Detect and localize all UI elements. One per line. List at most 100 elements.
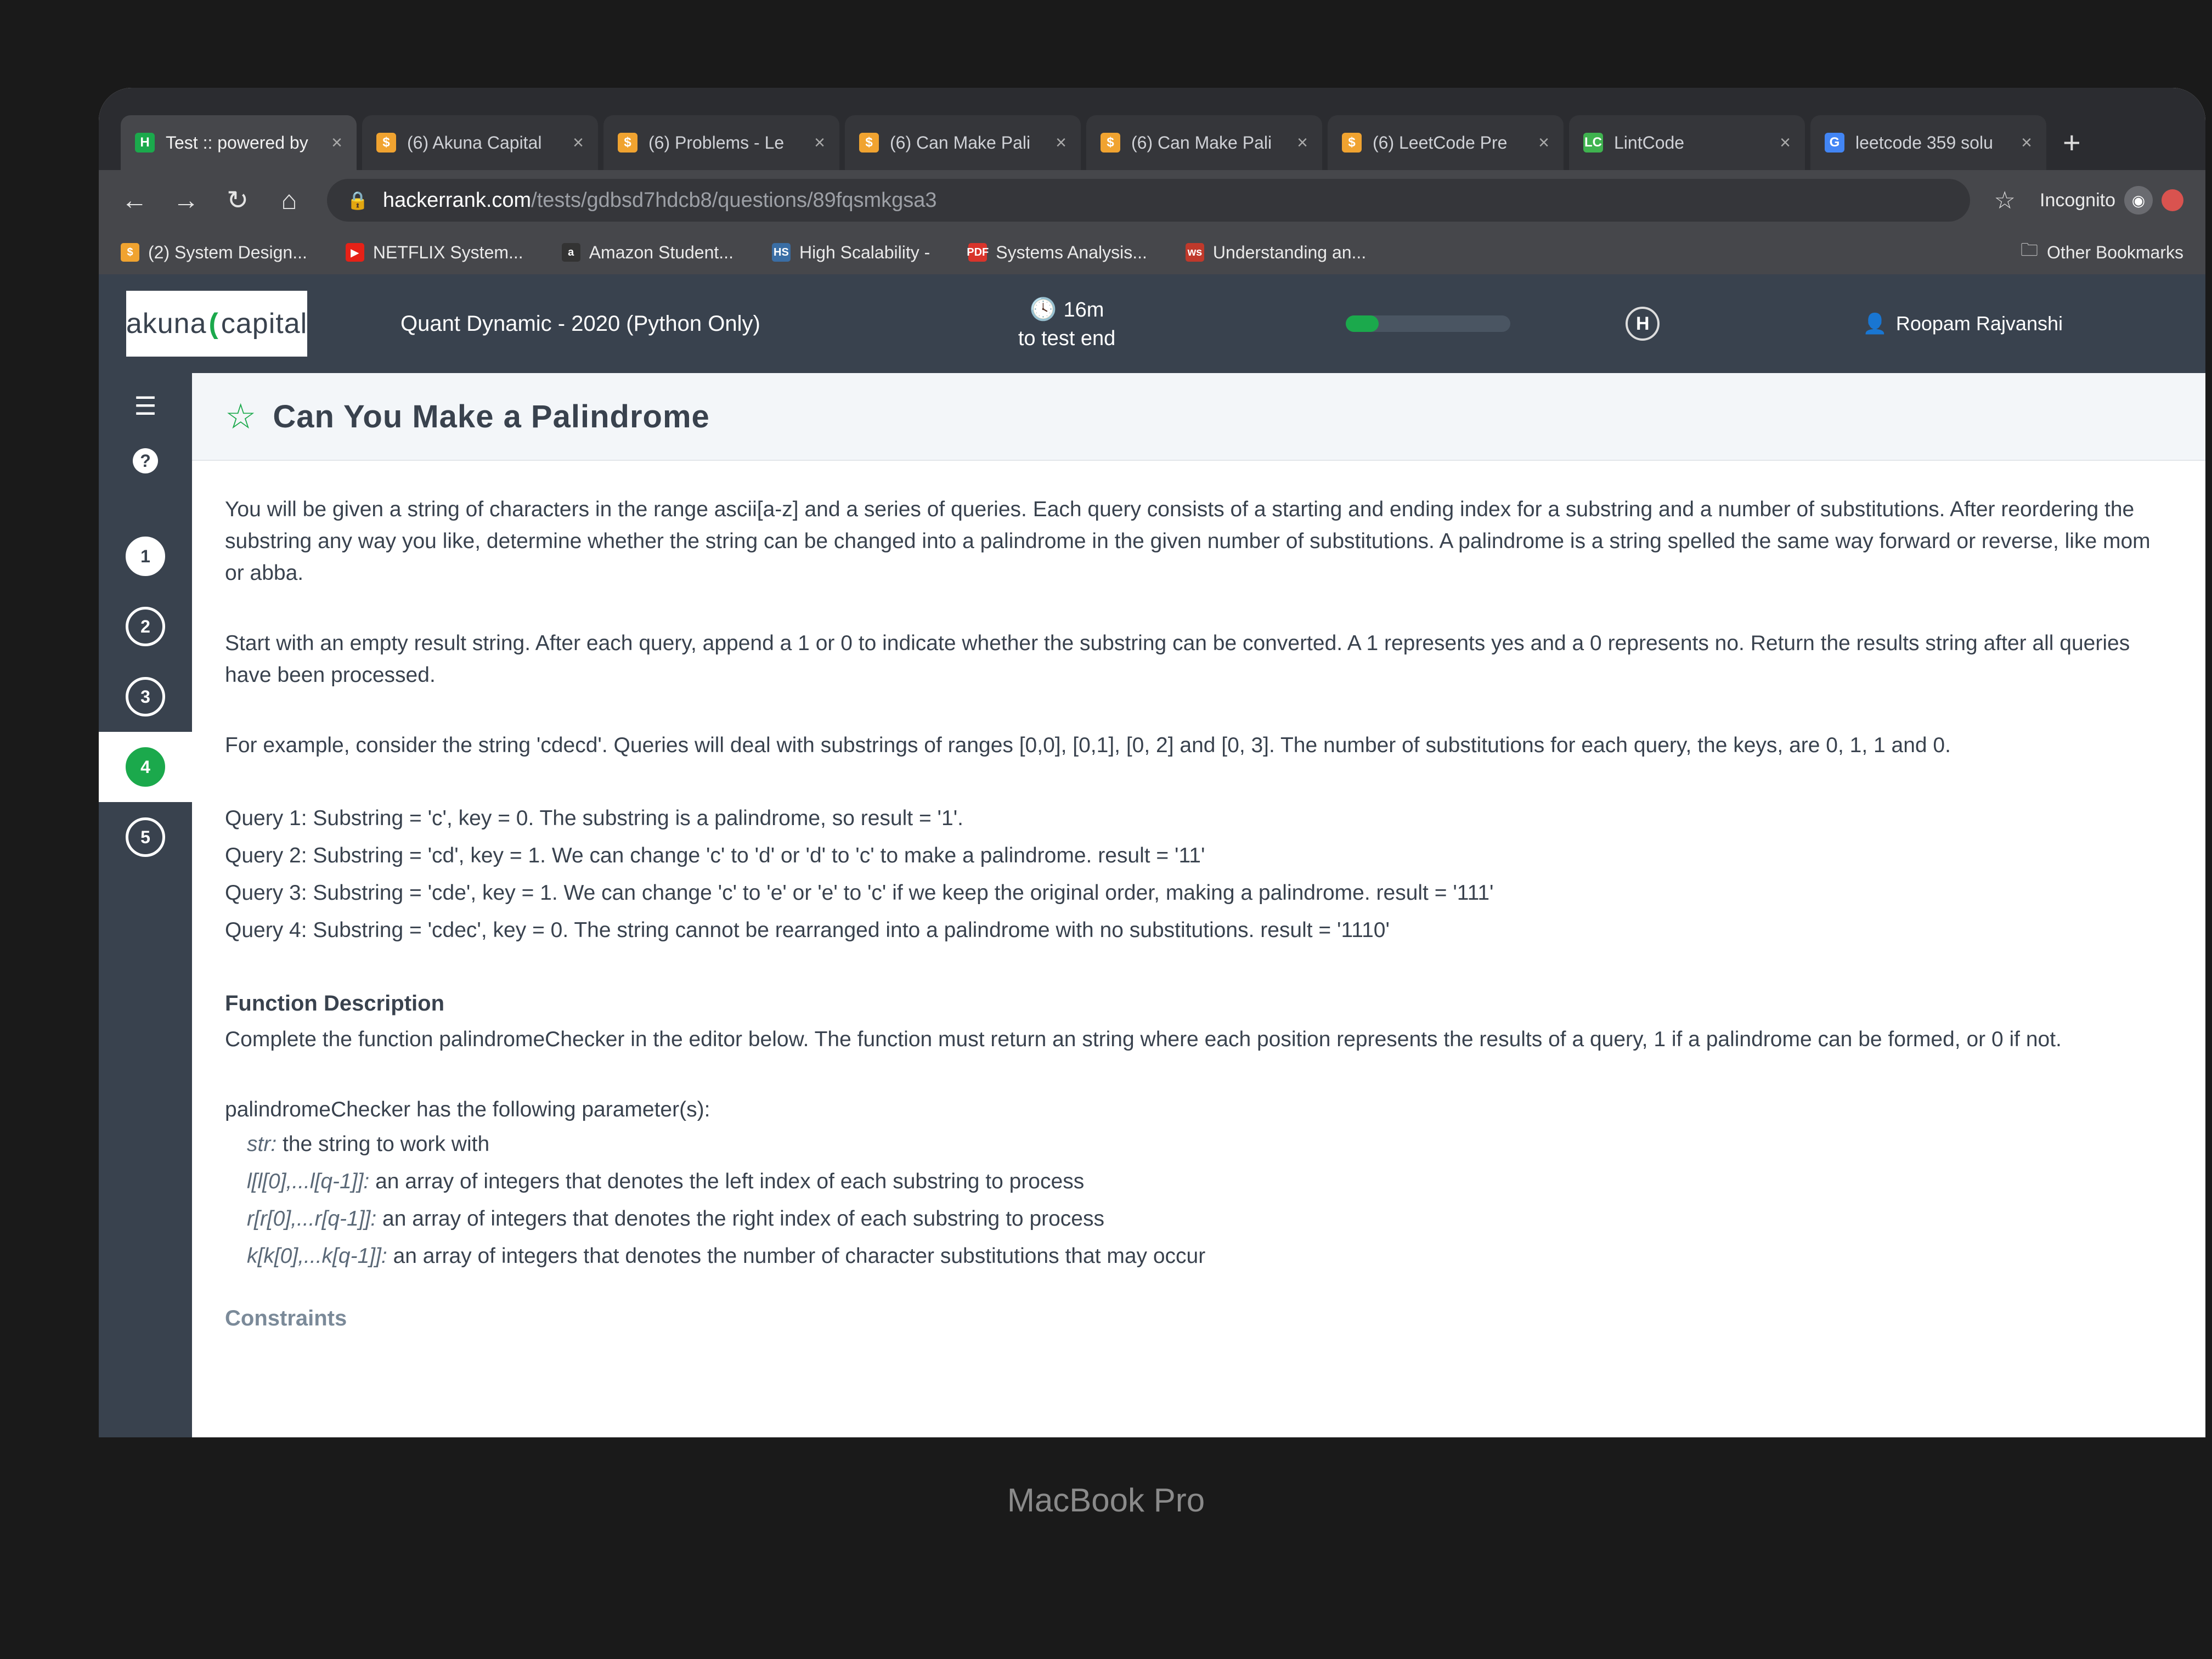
clock-icon: 🕓 [1029, 297, 1057, 321]
browser-tabstrip: H Test :: powered by × $ (6) Akuna Capital × $… [99, 88, 2205, 170]
tab-favicon-icon: $ [376, 133, 396, 153]
params-intro: palindromeChecker has the following para… [225, 1098, 710, 1121]
tab-close-icon[interactable]: × [331, 132, 342, 154]
parameter-desc: an array of integers that denotes the le… [369, 1170, 1085, 1193]
tab-favicon-icon: $ [618, 133, 637, 153]
browser-tab[interactable]: $ (6) LeetCode Pre × [1328, 115, 1564, 170]
home-icon[interactable]: ⌂ [275, 185, 303, 216]
test-header: akuna(capital Quant Dynamic - 2020 (Pyth… [99, 274, 2205, 373]
browser-toolbar: ← → ↻ ⌂ 🔒 hackerrank.com/tests/gdbsd7hdc… [99, 170, 2205, 230]
tab-close-icon[interactable]: × [1056, 132, 1066, 154]
browser-tab[interactable]: $ (6) Akuna Capital × [362, 115, 598, 170]
tab-label: LintCode [1614, 132, 1685, 153]
tab-label: (6) Can Make Pali [890, 132, 1031, 153]
tab-close-icon[interactable]: × [814, 132, 825, 154]
new-tab-icon[interactable]: + [2052, 115, 2092, 170]
browser-tab[interactable]: Gleetcode 359 solu × [1810, 115, 2046, 170]
bookmark-label: High Scalability - [799, 242, 930, 262]
user-icon: 👤 [1863, 312, 1887, 335]
logo-text-left: akuna [126, 308, 207, 340]
question-number: 3 [126, 677, 165, 716]
url-path: /tests/gdbsd7hdcb8/questions/89fqsmkgsa3 [531, 188, 937, 212]
parameter-name: str: [247, 1132, 277, 1156]
parameter-item: k[k[0],...k[q-1]]: an array of integers … [225, 1238, 2162, 1275]
incognito-icon: ◉ [2124, 186, 2153, 215]
bookmark-label: NETFLIX System... [373, 242, 523, 262]
browser-tab[interactable]: H Test :: powered by × [121, 115, 357, 170]
example-query-line: Query 2: Substring = 'cd', key = 1. We c… [225, 844, 1205, 867]
tab-close-icon[interactable]: × [1538, 132, 1549, 154]
question-nav-item[interactable]: 1 [99, 521, 192, 591]
other-bookmarks[interactable]: 🗀 Other Bookmarks [2021, 238, 2183, 267]
tab-favicon-icon: $ [1101, 133, 1120, 153]
question-number: 5 [126, 817, 165, 857]
reload-icon[interactable]: ↻ [224, 185, 251, 216]
hackerrank-badge-icon: H [1626, 307, 1660, 341]
timer-caption: to test end [1018, 326, 1116, 350]
url-host: hackerrank.com [382, 188, 532, 212]
test-progress-fill [1346, 315, 1379, 332]
tab-label: Test :: powered by [166, 132, 308, 153]
question-list-icon[interactable]: ☰ [99, 379, 192, 433]
tab-close-icon[interactable]: × [1780, 132, 1791, 154]
bookmark-label: Understanding an... [1212, 242, 1367, 262]
lock-icon: 🔒 [347, 190, 369, 210]
function-description: Complete the function palindromeChecker … [225, 1028, 2062, 1051]
bookmark-item[interactable]: a Amazon Student... [561, 242, 733, 263]
address-bar[interactable]: 🔒 hackerrank.com/tests/gdbsd7hdcb8/quest… [327, 179, 1970, 222]
function-description-heading: Function Description [225, 991, 444, 1015]
bookmark-item[interactable]: ws Understanding an... [1185, 242, 1367, 263]
constraints-heading: Constraints [225, 1306, 347, 1330]
bookmark-favicon-icon: PDF [967, 243, 989, 262]
device-label: MacBook Pro [1007, 1482, 1205, 1519]
example-query-line: Query 3: Substring = 'cde', key = 1. We … [225, 881, 1494, 905]
bookmark-favicon-icon: $ [121, 243, 139, 262]
star-icon[interactable]: ☆ [225, 396, 256, 437]
bookmark-label: Amazon Student... [589, 242, 733, 262]
browser-tab[interactable]: $ (6) Problems - Le × [603, 115, 839, 170]
tab-label: (6) Can Make Pali [1131, 132, 1272, 153]
tab-favicon-icon: LC [1583, 133, 1603, 153]
tab-close-icon[interactable]: × [2021, 132, 2032, 154]
tab-close-icon[interactable]: × [1297, 132, 1308, 154]
parameter-name: r[r[0],...r[q-1]]: [247, 1207, 377, 1231]
problem-start: Start with an empty result string. After… [225, 631, 2130, 687]
bookmark-item[interactable]: $ (2) System Design... [121, 242, 307, 263]
bookmark-favicon-icon: ws [1185, 243, 1204, 262]
test-name: Quant Dynamic - 2020 (Python Only) [400, 311, 760, 336]
parameter-desc: an array of integers that denotes the ri… [376, 1207, 1104, 1231]
extension-icon[interactable] [2162, 189, 2183, 211]
bookmark-item[interactable]: ▶ NETFLIX System... [345, 242, 523, 263]
forward-icon[interactable]: → [172, 185, 200, 216]
question-numbers: 1 2 3 4 5 [99, 521, 192, 872]
question-nav-item[interactable]: 2 [99, 591, 192, 662]
question-nav-item[interactable]: 4 [99, 732, 192, 802]
bookmark-label: (2) System Design... [148, 242, 307, 262]
user-menu[interactable]: 👤 Roopam Rajvanshi [1863, 312, 2063, 335]
bookmark-item[interactable]: PDF Systems Analysis... [967, 242, 1147, 263]
tab-favicon-icon: H [135, 133, 155, 153]
question-nav-item[interactable]: 5 [99, 802, 192, 872]
tab-favicon-icon: $ [859, 133, 879, 153]
incognito-label: Incognito [2040, 189, 2115, 211]
bookmark-star-icon[interactable]: ☆ [1994, 187, 2016, 215]
tab-label: (6) Akuna Capital [407, 132, 542, 153]
browser-tab[interactable]: LC LintCode × [1569, 115, 1805, 170]
example-query-line: Query 1: Substring = 'c', key = 0. The s… [225, 806, 963, 830]
browser-tab[interactable]: $ (6) Can Make Pali × [845, 115, 1081, 170]
browser-tab[interactable]: $ (6) Can Make Pali × [1086, 115, 1322, 170]
parameter-item: l[l[0],...l[q-1]]: an array of integers … [225, 1163, 2162, 1200]
bookmark-item[interactable]: HS High Scalability - [771, 242, 930, 263]
question-nav-item[interactable]: 3 [99, 662, 192, 732]
tab-close-icon[interactable]: × [573, 132, 584, 154]
parameter-desc: the string to work with [276, 1132, 490, 1156]
question-number: 2 [126, 607, 165, 646]
help-icon[interactable]: ? [133, 448, 158, 473]
back-icon[interactable]: ← [121, 185, 148, 216]
example-query-line: Query 4: Substring = 'cdec', key = 0. Th… [225, 918, 1390, 942]
tab-favicon-icon: G [1825, 133, 1844, 153]
tab-label: (6) LeetCode Pre [1373, 132, 1508, 153]
logo-text-right: capital [221, 308, 308, 340]
incognito-indicator[interactable]: Incognito ◉ [2040, 186, 2183, 215]
question-number: 1 [126, 537, 165, 576]
